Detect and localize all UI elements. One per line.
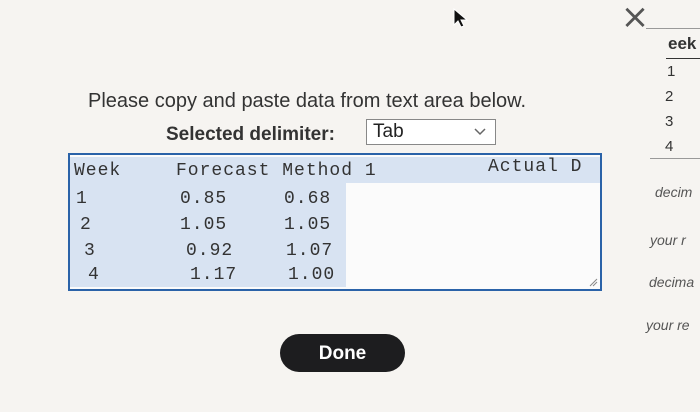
row-4-week: 4 [88, 265, 100, 285]
row-2-week: 2 [80, 215, 92, 235]
row-4-actual: 1.00 [288, 265, 336, 285]
row-1-actual: 0.68 [284, 189, 332, 209]
row-3-forecast: 0.92 [186, 241, 234, 261]
header-week: Week [74, 161, 122, 181]
resize-handle-icon[interactable] [588, 277, 598, 287]
side-week-4: 4 [665, 138, 674, 155]
side-hint-3: decima [649, 274, 695, 290]
delimiter-select[interactable]: Tab [366, 119, 496, 145]
side-header: eek [668, 34, 697, 53]
data-textarea[interactable]: Week Forecast Method 1 Actual D 1 0.85 0… [68, 153, 602, 291]
row-1-forecast: 0.85 [180, 189, 228, 209]
side-hint-4: your re [646, 317, 690, 333]
row-2-actual: 1.05 [284, 215, 332, 235]
header-forecast-method-1: Forecast Method 1 [176, 161, 377, 181]
side-hint-2: your r [650, 232, 686, 248]
background-table-panel: eek 1 2 3 4 decim your r decima your re [640, 28, 700, 412]
header-actual-demand: Actual D [488, 157, 583, 177]
row-3-week: 3 [84, 241, 96, 261]
delimiter-value: Tab [373, 121, 404, 142]
delimiter-label: Selected delimiter: [166, 124, 335, 145]
row-4-forecast: 1.17 [190, 265, 238, 285]
row-3-actual: 1.07 [286, 241, 334, 261]
done-button[interactable]: Done [280, 334, 405, 372]
row-1-week: 1 [76, 189, 88, 209]
mouse-cursor-icon [453, 7, 469, 28]
side-week-1: 1 [667, 63, 676, 80]
row-2-forecast: 1.05 [180, 215, 228, 235]
side-hint-1: decim [655, 184, 693, 200]
side-week-2: 2 [665, 88, 674, 105]
instruction-text: Please copy and paste data from text are… [88, 90, 527, 112]
chevron-down-icon [474, 128, 486, 136]
side-week-3: 3 [665, 113, 674, 130]
